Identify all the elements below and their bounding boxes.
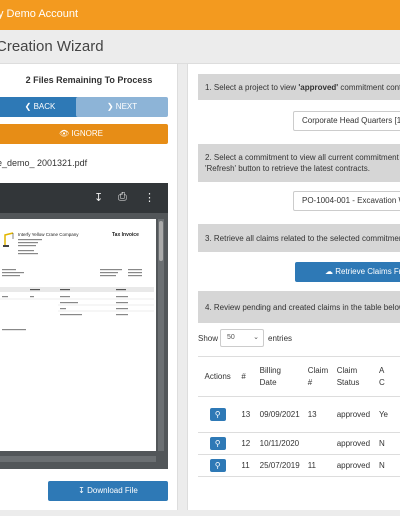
files-remaining-text: 2 Files Remaining To Process: [25, 75, 153, 85]
step-4-text: 4. Review pending and created claims in …: [205, 303, 400, 312]
file-name: e_demo_ 2001321.pdf: [0, 158, 88, 168]
cloud-download-icon: ☁: [325, 267, 333, 276]
page-title: Creation Wizard: [0, 38, 104, 55]
col-billing-date[interactable]: Billing Date: [255, 356, 304, 397]
pdf-content-lines: [0, 239, 154, 331]
view-claim-search-icon[interactable]: ⚲: [209, 437, 226, 450]
entries-label: entries: [268, 334, 293, 343]
ignore-label: IGNORE: [71, 129, 103, 138]
wizard-content: 1. Select a project to view 'approved' c…: [187, 64, 400, 510]
claims-table: Actions # Billing Date Claim # Claim Status…: [198, 356, 400, 477]
step-2-banner: 2. Select a commitment to view all curre…: [198, 144, 400, 182]
page-size-value: 50: [227, 334, 235, 341]
row-date: 09/09/2021: [255, 396, 304, 433]
table-row: ⚲ 11 25/07/2019 11 approved N: [198, 454, 400, 477]
eye-slash-icon: 👁: [59, 129, 70, 138]
col-approved[interactable]: AC: [374, 356, 400, 397]
ignore-button[interactable]: 👁 IGNORE: [0, 124, 168, 144]
col-claim-number[interactable]: Claim #: [303, 356, 333, 397]
wizard-panel: 1. Select a project to view 'approved' c…: [179, 64, 400, 510]
retrieve-label: Retrieve Claims From: [335, 267, 400, 276]
pdf-page: Interfy Yellow Crane Company Tax Invoice: [0, 219, 156, 451]
view-claim-search-icon[interactable]: ⚲: [209, 408, 226, 421]
step-2-line-2: 'Refresh' button to retrieve the latest …: [205, 164, 370, 173]
col-number[interactable]: #: [237, 356, 256, 397]
row-status: approved: [332, 396, 375, 433]
row-status: approved: [332, 454, 375, 477]
pdf-viewer[interactable]: ↧ ⎙ ⋮ Interfy Yellow Crane Company Tax I…: [0, 183, 168, 469]
row-date: 10/11/2020: [255, 432, 304, 455]
row-date: 25/07/2019: [255, 454, 304, 477]
step-1-banner: 1. Select a project to view 'approved' c…: [198, 74, 400, 100]
step-3-banner: 3. Retrieve all claims related to the se…: [198, 224, 400, 252]
account-title: y Demo Account: [0, 8, 79, 20]
pdf-toolbar: ↧ ⎙ ⋮: [0, 183, 168, 213]
table-header-row: Actions # Billing Date Claim # Claim Status…: [198, 356, 400, 397]
view-claim-search-icon[interactable]: ⚲: [209, 459, 226, 472]
download-icon: ↧: [78, 486, 85, 495]
chevron-down-icon: ⌄: [253, 334, 259, 341]
step-3-text: 3. Retrieve all claims related to the se…: [205, 234, 400, 243]
col-actions[interactable]: Actions: [198, 356, 238, 397]
next-button[interactable]: ❯ NEXT: [76, 97, 168, 117]
page-size-select[interactable]: 50 ⌄: [220, 329, 264, 347]
commitment-select[interactable]: PO-1004-001 - Excavation Work: [293, 191, 400, 211]
project-select[interactable]: Corporate Head Quarters [1004: [293, 111, 400, 131]
pdf-scroll-thumb[interactable]: [159, 221, 163, 261]
print-icon[interactable]: ⎙: [118, 191, 127, 204]
step-1-text-suffix: commitment contrac: [340, 83, 400, 92]
row-number: 12: [237, 432, 256, 455]
next-label: NEXT: [115, 102, 138, 111]
row-claim: 11: [303, 454, 333, 477]
row-claim: [303, 432, 333, 455]
download-icon[interactable]: ↧: [94, 191, 103, 204]
page-header: Creation Wizard: [0, 30, 400, 64]
show-label: Show: [198, 334, 219, 343]
step-1-text-prefix: 1. Select a project to view: [205, 83, 299, 92]
page-size-control: Show 50 ⌄ entries: [198, 329, 292, 347]
chevron-left-icon: ❮: [24, 102, 32, 111]
table-row: ⚲ 13 09/09/2021 13 approved Ye: [198, 396, 400, 433]
col-claim-status[interactable]: Claim Status: [332, 356, 375, 397]
step-1-text-bold: 'approved': [298, 83, 339, 92]
download-file-button[interactable]: ↧ Download File: [48, 481, 168, 501]
retrieve-claims-button[interactable]: ☁ Retrieve Claims From: [295, 262, 400, 282]
chevron-right-icon: ❯: [106, 102, 114, 111]
more-options-icon[interactable]: ⋮: [144, 191, 155, 204]
row-claim: 13: [303, 396, 333, 433]
download-label: Download File: [87, 486, 138, 495]
step-2-line-1: 2. Select a commitment to view all curre…: [205, 153, 400, 162]
back-label: BACK: [33, 102, 56, 111]
row-approved: N: [374, 454, 400, 477]
row-approved: Ye: [374, 396, 400, 433]
row-status: approved: [332, 432, 375, 455]
table-row: ⚲ 12 10/11/2020 approved N: [198, 432, 400, 455]
top-bar: y Demo Account: [0, 0, 400, 30]
row-number: 13: [237, 396, 256, 433]
row-number: 11: [237, 454, 256, 477]
pdf-horizontal-scrollbar[interactable]: [0, 456, 156, 462]
row-approved: N: [374, 432, 400, 455]
back-button[interactable]: ❮ BACK: [0, 97, 86, 117]
file-panel: 2 Files Remaining To Process ❮ BACK ❯ NE…: [0, 64, 178, 510]
step-4-banner: 4. Review pending and created claims in …: [198, 291, 400, 323]
